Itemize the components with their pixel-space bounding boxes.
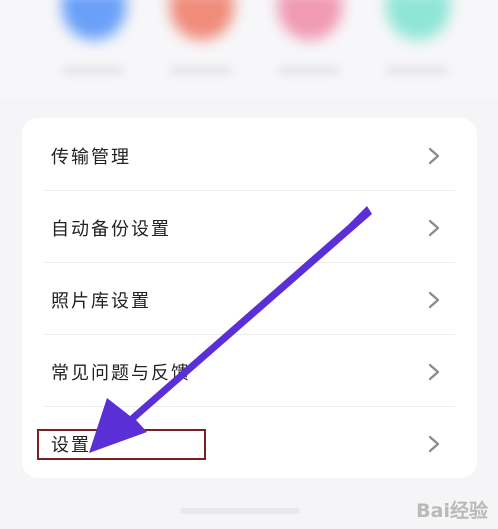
annotation-arrow-icon [89,206,372,453]
bottom-bar [180,508,300,514]
watermark-logo: Bai经验 [416,500,488,522]
